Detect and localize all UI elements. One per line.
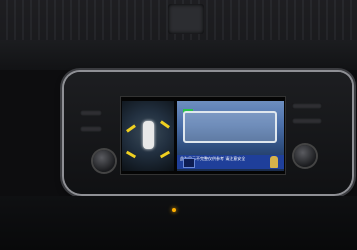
guideline-rear-left bbox=[125, 150, 137, 159]
person-icon[interactable] bbox=[270, 156, 278, 168]
infotainment-screen: 此为显示不完整仅供参考 请注意安全 bbox=[120, 96, 286, 175]
right-side-button-2[interactable] bbox=[292, 118, 322, 124]
volume-knob[interactable] bbox=[93, 150, 115, 172]
guideline-right bbox=[160, 120, 170, 129]
left-side-button-1[interactable] bbox=[80, 110, 102, 116]
dashboard-lower bbox=[0, 196, 357, 250]
tune-knob[interactable] bbox=[294, 145, 316, 167]
car-top-view bbox=[143, 121, 154, 149]
guideline-rear-right bbox=[159, 150, 171, 159]
rear-camera-panel: 此为显示不完整仅供参考 请注意安全 bbox=[177, 101, 284, 171]
vent-center-control bbox=[168, 4, 204, 34]
guideline-left bbox=[126, 124, 136, 133]
surround-view-panel bbox=[122, 101, 174, 171]
camera-mode-icon[interactable] bbox=[183, 158, 195, 168]
left-side-button-2[interactable] bbox=[80, 126, 102, 132]
indicator-light bbox=[172, 208, 176, 212]
rear-view-frame bbox=[183, 111, 277, 143]
right-side-button-1[interactable] bbox=[292, 103, 322, 109]
